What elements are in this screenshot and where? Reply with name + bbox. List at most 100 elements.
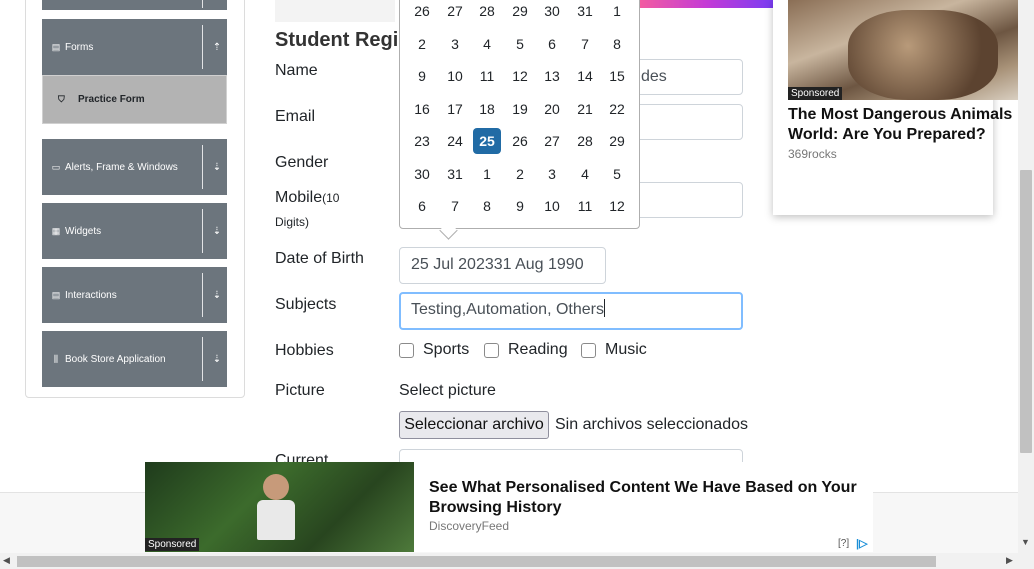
datepicker-day[interactable]: 9	[506, 193, 534, 219]
top-banner-strip	[275, 0, 395, 22]
datepicker-day[interactable]: 28	[571, 128, 599, 154]
hobby-reading[interactable]: Reading	[484, 341, 568, 359]
grid-icon: ▦	[51, 225, 61, 236]
hobby-music[interactable]: Music	[581, 341, 647, 359]
sidebar-item-practice-form[interactable]: ⛉ Practice Form	[42, 75, 227, 124]
datepicker-day[interactable]: 24	[441, 128, 469, 154]
form-title: Student Regis	[275, 29, 410, 51]
sponsored-tag: Sponsored	[145, 538, 200, 551]
datepicker-day[interactable]: 12	[506, 63, 534, 89]
datepicker-day[interactable]: 6	[408, 193, 436, 219]
sidebar-item-label: Practice Form	[78, 94, 145, 105]
sidebar-group-label: Interactions	[65, 289, 117, 301]
datepicker-day[interactable]: 23	[408, 128, 436, 154]
datepicker-day[interactable]: 4	[473, 31, 501, 57]
datepicker-day[interactable]: 5	[506, 31, 534, 57]
datepicker-day[interactable]: 8	[473, 193, 501, 219]
datepicker-day[interactable]: 29	[603, 128, 631, 154]
datepicker-day[interactable]: 27	[441, 0, 469, 24]
datepicker-day[interactable]: 3	[538, 161, 566, 187]
datepicker-day[interactable]: 12	[603, 193, 631, 219]
datepicker-day[interactable]: 28	[473, 0, 501, 24]
datepicker-day[interactable]: 17	[441, 96, 469, 122]
datepicker-day[interactable]: 7	[441, 193, 469, 219]
ad-info-icon[interactable]: [?]	[838, 538, 849, 549]
right-ad-image[interactable]	[788, 0, 1018, 100]
person-body	[257, 500, 295, 540]
datepicker-day[interactable]: 20	[538, 96, 566, 122]
scroll-right-arrow-icon[interactable]: ▶	[1006, 555, 1013, 566]
sidebar-group-label: Book Store Application	[65, 353, 166, 365]
sidebar-group-interactions[interactable]: ▤ Interactions ⇣	[42, 267, 227, 323]
chevron-down-icon: ⇣	[212, 161, 222, 173]
datepicker-day[interactable]: 2	[506, 161, 534, 187]
dob-input[interactable]: 25 Jul 202331 Aug 1990	[399, 247, 606, 284]
label-mobile: Mobile(10 Digits)	[275, 186, 339, 234]
right-ad-title[interactable]: The Most Dangerous Animals World: Are Yo…	[788, 105, 1018, 145]
datepicker-day[interactable]: 4	[571, 161, 599, 187]
datepicker-day[interactable]: 3	[441, 31, 469, 57]
datepicker-day[interactable]: 1	[473, 161, 501, 187]
datepicker-day[interactable]: 26	[506, 128, 534, 154]
books-icon: ⫼	[53, 353, 59, 364]
select-picture-label: Select picture	[399, 382, 496, 399]
right-ad-source: 369rocks	[788, 147, 837, 161]
hobby-sports[interactable]: Sports	[399, 341, 469, 359]
datepicker-day[interactable]: 9	[408, 63, 436, 89]
datepicker-day[interactable]: 22	[603, 96, 631, 122]
datepicker-day[interactable]: 31	[571, 0, 599, 24]
label-email: Email	[275, 108, 316, 125]
checkbox[interactable]	[581, 342, 596, 358]
datepicker-day[interactable]: 26	[408, 0, 436, 24]
datepicker-day[interactable]: 10	[441, 63, 469, 89]
scroll-down-arrow-icon[interactable]: ▼	[1021, 537, 1030, 547]
datepicker-day[interactable]: 11	[473, 63, 501, 89]
datepicker-day[interactable]: 15	[603, 63, 631, 89]
checkbox[interactable]	[484, 342, 499, 358]
sidebar-group-book-store[interactable]: ⫼ Book Store Application ⇣	[42, 331, 227, 387]
datepicker-day[interactable]: 27	[538, 128, 566, 154]
datepicker-day-selected[interactable]: 25	[473, 128, 501, 154]
sidebar-group-label: Widgets	[65, 225, 102, 237]
datepicker-day[interactable]: 11	[571, 193, 599, 219]
datepicker-day[interactable]: 16	[408, 96, 436, 122]
vertical-scrollbar-thumb[interactable]	[1020, 170, 1032, 453]
datepicker-day[interactable]: 18	[473, 96, 501, 122]
datepicker-day[interactable]: 6	[538, 31, 566, 57]
sidebar-group-widgets[interactable]: ▦ Widgets ⇣	[42, 203, 227, 259]
checkbox[interactable]	[399, 342, 414, 358]
sidebar-group-elements[interactable]	[42, 0, 227, 10]
adchoices-icon[interactable]: |▷	[856, 537, 868, 550]
sidebar-group-label: Alerts, Frame & Windows	[65, 161, 178, 173]
scroll-left-arrow-icon[interactable]: ◀	[3, 555, 10, 566]
sidebar-group-forms[interactable]: ▤ Forms ⇡	[42, 19, 227, 75]
file-status: Sin archivos seleccionados	[555, 416, 748, 433]
datepicker-day[interactable]: 1	[603, 0, 631, 24]
datepicker-day[interactable]: 10	[538, 193, 566, 219]
bottom-ad-source: DiscoveryFeed	[429, 519, 510, 533]
chevron-down-icon: ⇣	[212, 353, 222, 365]
creature-image	[848, 10, 998, 100]
bottom-ad-title[interactable]: See What Personalised Content We Have Ba…	[429, 478, 869, 518]
label-dob: Date of Birth	[275, 250, 364, 267]
datepicker-day[interactable]: 13	[538, 63, 566, 89]
html5-icon: ⛉	[58, 94, 65, 104]
datepicker-day[interactable]: 14	[571, 63, 599, 89]
datepicker-day[interactable]: 30	[408, 161, 436, 187]
datepicker-day[interactable]: 31	[441, 161, 469, 187]
sidebar-group-alerts[interactable]: ▭ Alerts, Frame & Windows ⇣	[42, 139, 227, 195]
subjects-input[interactable]: Testing,Automation, Others	[399, 292, 743, 330]
datepicker-day[interactable]: 21	[571, 96, 599, 122]
datepicker-day[interactable]: 5	[603, 161, 631, 187]
horizontal-scrollbar-thumb[interactable]	[17, 556, 936, 567]
datepicker-day[interactable]: 19	[506, 96, 534, 122]
datepicker-day[interactable]: 2	[408, 31, 436, 57]
datepicker-day[interactable]: 7	[571, 31, 599, 57]
sponsored-tag: Sponsored	[788, 87, 843, 100]
datepicker-day[interactable]: 30	[538, 0, 566, 24]
label-mobile-hint-2: Digits)	[275, 215, 310, 229]
sidebar-group-label: Forms	[65, 41, 94, 53]
choose-file-button[interactable]: Seleccionar archivo	[399, 411, 549, 439]
datepicker-day[interactable]: 8	[603, 31, 631, 57]
datepicker-day[interactable]: 29	[506, 0, 534, 24]
